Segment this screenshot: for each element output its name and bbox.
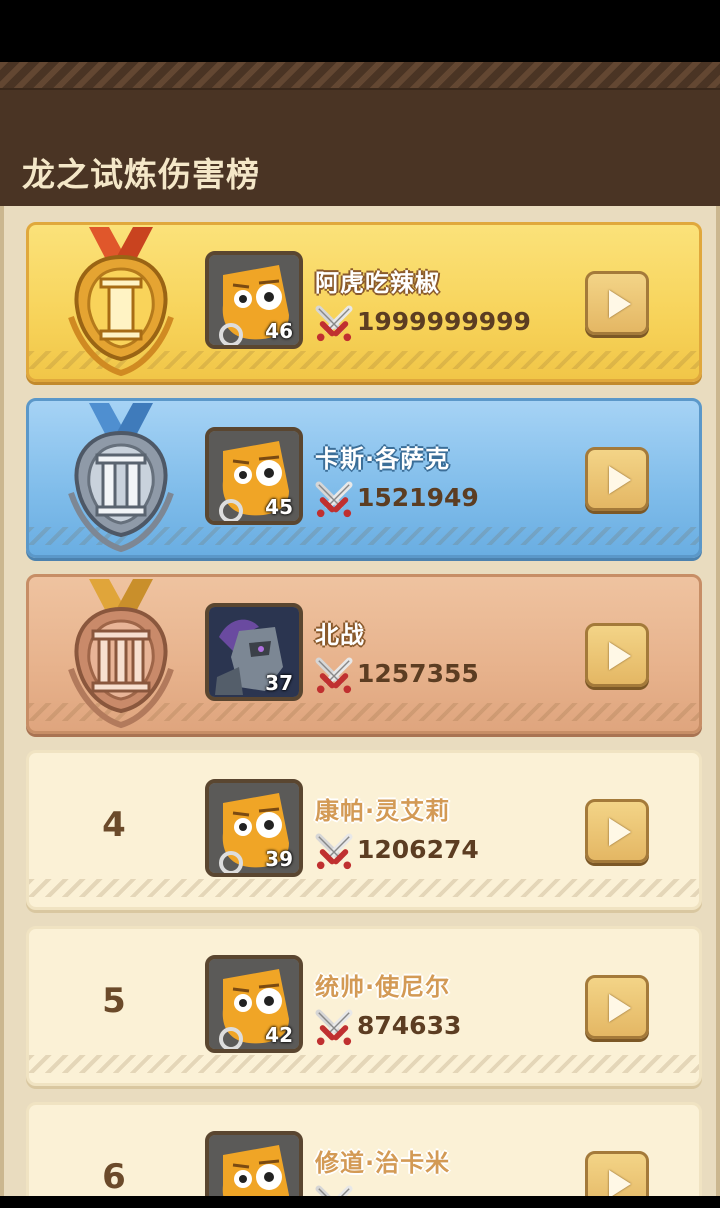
replay-button[interactable] [585, 447, 649, 511]
rank-number: 4 [102, 805, 126, 845]
player-name: 康帕·灵艾莉 [315, 797, 451, 825]
ranking-row-5[interactable]: 5 42 统帅·使尼尔 874633 [26, 926, 702, 1086]
crossed-swords-icon [315, 305, 353, 342]
play-icon [609, 466, 631, 494]
player-level: 37 [265, 671, 293, 695]
player-avatar[interactable]: 46 [205, 251, 303, 349]
play-icon [609, 818, 631, 846]
player-avatar[interactable]: 37 [205, 603, 303, 701]
crossed-swords-icon [315, 833, 353, 870]
rank-number: 6 [102, 1157, 126, 1197]
player-level: 46 [265, 319, 293, 343]
header-pattern [0, 62, 720, 88]
play-icon [609, 994, 631, 1022]
bronze-medal-icon [68, 579, 174, 729]
crossed-swords-icon [315, 657, 353, 694]
replay-button[interactable] [585, 975, 649, 1039]
status-bar [0, 0, 720, 62]
damage-value: 1999999999 [357, 307, 531, 336]
player-level: 39 [265, 847, 293, 871]
player-name: 北战 [315, 621, 365, 649]
ranking-row-3[interactable]: 37 北战 1257355 [26, 574, 702, 734]
rank-number: 5 [102, 981, 126, 1021]
header: 龙之试炼伤害榜 [0, 62, 720, 206]
player-name: 统帅·使尼尔 [315, 973, 451, 1001]
player-avatar[interactable]: 42 [205, 955, 303, 1053]
play-icon [609, 290, 631, 318]
row-decoration [29, 879, 699, 897]
play-icon [609, 642, 631, 670]
ranking-row-2[interactable]: 45 卡斯·各萨克 1521949 [26, 398, 702, 558]
player-name: 修道·治卡米 [315, 1149, 451, 1177]
damage-value: 1521949 [357, 483, 479, 512]
player-name: 卡斯·各萨克 [315, 445, 451, 473]
replay-button[interactable] [585, 271, 649, 335]
ranking-row-6[interactable]: 6 修道·治卡米 [26, 1102, 702, 1208]
player-avatar[interactable]: 45 [205, 427, 303, 525]
replay-button[interactable] [585, 623, 649, 687]
player-level: 45 [265, 495, 293, 519]
ranking-row-4[interactable]: 4 39 康帕·灵艾莉 1206274 [26, 750, 702, 910]
bottom-bar [0, 1196, 720, 1208]
gold-medal-icon [68, 227, 174, 377]
player-level: 42 [265, 1023, 293, 1047]
damage-value: 1206274 [357, 835, 479, 864]
row-decoration [29, 1055, 699, 1073]
damage-value: 874633 [357, 1011, 462, 1040]
player-avatar[interactable]: 39 [205, 779, 303, 877]
replay-button[interactable] [585, 799, 649, 863]
header-divider [0, 88, 720, 90]
damage-value: 1257355 [357, 659, 479, 688]
silver-medal-icon [68, 403, 174, 553]
crossed-swords-icon [315, 1009, 353, 1046]
ranking-list[interactable]: 46 阿虎吃辣椒 1999999999 45 卡斯·各萨克 1521949 37… [0, 206, 720, 1208]
ranking-row-1[interactable]: 46 阿虎吃辣椒 1999999999 [26, 222, 702, 382]
crossed-swords-icon [315, 481, 353, 518]
page-title: 龙之试炼伤害榜 [22, 155, 260, 194]
player-name: 阿虎吃辣椒 [315, 269, 440, 297]
play-icon [609, 1170, 631, 1198]
